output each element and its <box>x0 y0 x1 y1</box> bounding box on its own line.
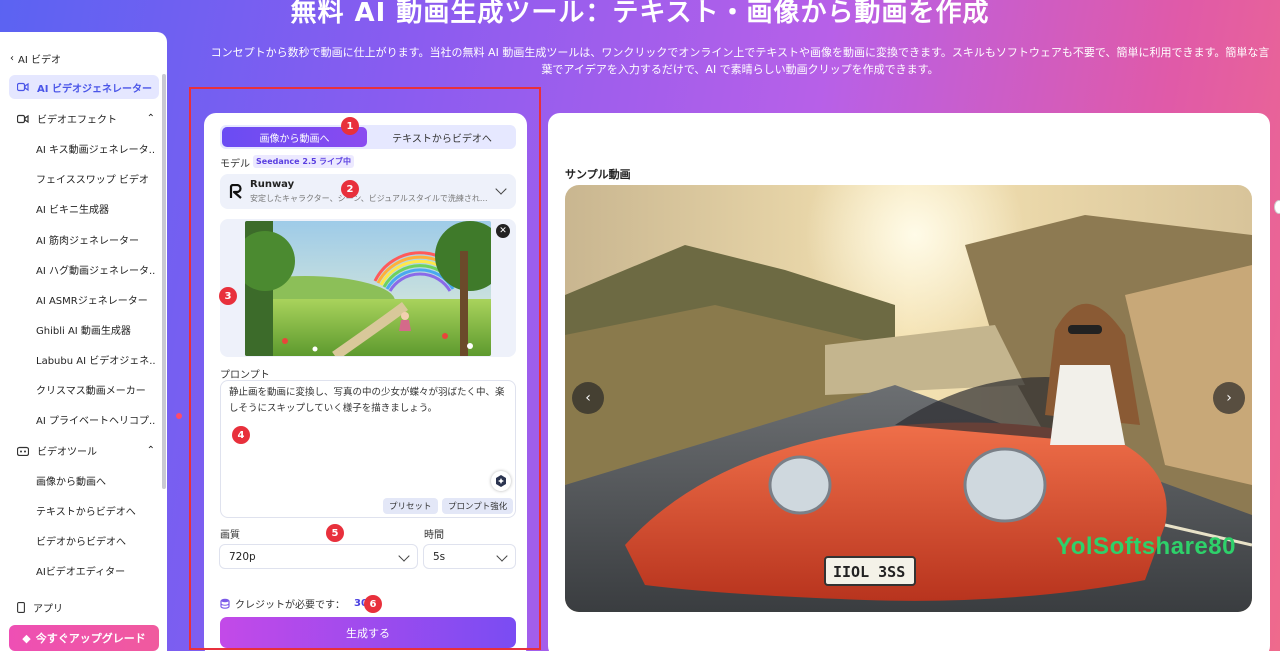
sidebar-item[interactable]: 画像から動画へ <box>36 473 156 488</box>
annotation-badge: 1 <box>341 117 359 135</box>
credits-info: クレジットが必要です： 30 <box>220 596 368 611</box>
sidebar-group-video-tools[interactable]: ビデオツール ⌃ <box>17 443 155 458</box>
sidebar-item[interactable]: AI ASMRジェネレーター <box>36 292 156 307</box>
sidebar-item-app[interactable]: アプリ <box>17 600 155 615</box>
annotation-badge: 6 <box>364 595 382 613</box>
chevron-up-icon: ⌃ <box>146 113 155 124</box>
remove-image-button[interactable]: ✕ <box>496 224 510 238</box>
scroll-indicator-dot <box>176 413 182 419</box>
page-title: 無料 AI 動画生成ツール：テキスト・画像から動画を作成 <box>290 0 990 28</box>
prompt-textarea[interactable]: 静止画を動画に変換し、写真の中の少女が蝶々が羽ばたく中、楽しそうにスキップしてい… <box>220 380 516 518</box>
sample-video-title: サンプル動画 <box>565 168 631 181</box>
model-badge-seedance: Seedance 2.5 <box>253 155 320 168</box>
video-tools-icon <box>17 446 29 456</box>
credits-label: クレジットが必要です： <box>235 600 345 611</box>
model-badge-live: ライブ中 <box>316 155 354 168</box>
chevron-down-icon <box>496 550 508 562</box>
model-select[interactable]: Runway 安定したキャラクター、シーン、ビジュアルスタイルで洗練され... <box>220 174 516 209</box>
sparkle-icon <box>496 475 506 487</box>
video-watermark: YolSoftshare80 <box>1056 533 1236 560</box>
sidebar-item[interactable]: AI プライベートヘリコプ... <box>36 412 156 427</box>
sidebar-item[interactable]: Labubu AI ビデオジェネ... <box>36 352 156 367</box>
sidebar-item[interactable]: ビデオからビデオへ <box>36 533 156 548</box>
next-slide-button[interactable]: › <box>1213 382 1245 414</box>
annotation-badge: 5 <box>326 524 344 542</box>
mode-tabs: 画像から動画へ テキストからビデオへ <box>220 125 516 149</box>
prompt-text: 静止画を動画に変換し、写真の中の少女が蝶々が羽ばたく中、楽しそうにスキップしてい… <box>229 387 505 414</box>
quality-select[interactable]: 720p <box>219 544 418 569</box>
quality-value: 720p <box>229 550 256 563</box>
sidebar-item[interactable]: テキストからビデオへ <box>36 503 156 518</box>
sidebar-scrollbar[interactable] <box>162 74 166 489</box>
sidebar-item[interactable]: AI ハグ動画ジェネレータ... <box>36 262 156 277</box>
duration-select[interactable]: 5s <box>423 544 516 569</box>
sidebar-group-video-effects[interactable]: ビデオエフェクト ⌃ <box>17 111 155 126</box>
video-camera-icon <box>17 82 29 92</box>
model-name: Runway <box>250 179 295 190</box>
annotation-badge: 3 <box>219 287 237 305</box>
page-description: コンセプトから数秒で動画に仕上がります。当社の無料 AI 動画生成ツールは、ワン… <box>210 46 1270 76</box>
video-effect-icon <box>17 114 29 123</box>
chevron-up-icon: ⌃ <box>146 445 155 456</box>
prev-slide-button[interactable]: ‹ <box>572 382 604 414</box>
preset-button[interactable]: プリセット <box>383 498 438 514</box>
sidebar-item[interactable]: AIビデオエディター <box>36 563 156 578</box>
diamond-icon: ◆ <box>22 631 31 645</box>
sidebar: ‹ AI ビデオ AI ビデオジェネレーター ビデオエフェクト ⌃ AI キス動… <box>0 32 167 651</box>
duration-value: 5s <box>433 550 446 563</box>
sidebar-item[interactable]: クリスマス動画メーカー <box>36 382 156 397</box>
generate-button[interactable]: 生成する <box>220 617 516 648</box>
sidebar-item[interactable]: AI キス動画ジェネレータ... <box>36 141 156 156</box>
phone-icon <box>17 602 25 613</box>
chevron-left-icon: ‹ <box>10 53 14 64</box>
sidebar-item[interactable]: AI ビキニ生成器 <box>36 201 156 216</box>
sidebar-item[interactable]: フェイススワップ ビデオ <box>36 171 156 186</box>
sidebar-item-ai-video-generator[interactable]: AI ビデオジェネレーター <box>9 75 159 99</box>
license-plate-text: IIOL 3SS <box>833 563 905 581</box>
sidebar-item-label: アプリ <box>33 604 63 615</box>
sidebar-group-label: ビデオエフェクト <box>37 115 117 126</box>
ai-assist-button[interactable] <box>491 471 511 491</box>
upgrade-label: 今すぐアップグレード <box>35 632 146 645</box>
annotation-badge: 4 <box>232 426 250 444</box>
sidebar-item[interactable]: AI 筋肉ジェネレーター <box>36 232 156 247</box>
prompt-label: プロンプト <box>220 370 270 381</box>
model-description: 安定したキャラクター、シーン、ビジュアルスタイルで洗練され... <box>250 194 488 203</box>
uploaded-image-thumbnail <box>245 221 491 356</box>
back-link-label: AI ビデオ <box>18 55 61 66</box>
annotation-badge: 2 <box>341 180 359 198</box>
duration-label: 時間 <box>424 530 444 541</box>
quality-label: 画質 <box>220 530 240 541</box>
back-link[interactable]: ‹ AI ビデオ <box>10 51 61 66</box>
sidebar-item-label: AI ビデオジェネレーター <box>37 83 152 95</box>
sidebar-group-label: ビデオツール <box>37 447 97 458</box>
upgrade-button[interactable]: ◆ 今すぐアップグレード <box>9 625 159 651</box>
runway-logo-icon <box>229 184 242 199</box>
chevron-down-icon <box>495 183 507 195</box>
image-upload-area[interactable]: ✕ <box>220 219 516 357</box>
chevron-down-icon <box>398 550 410 562</box>
coin-stack-icon <box>220 598 230 609</box>
carousel-edge-indicator[interactable] <box>1274 200 1280 214</box>
sidebar-item[interactable]: Ghibli AI 動画生成器 <box>36 322 156 337</box>
model-label: モデル <box>220 159 250 170</box>
enhance-prompt-button[interactable]: プロンプト強化 <box>442 498 514 514</box>
tab-text-to-video[interactable]: テキストからビデオへ <box>370 127 514 147</box>
